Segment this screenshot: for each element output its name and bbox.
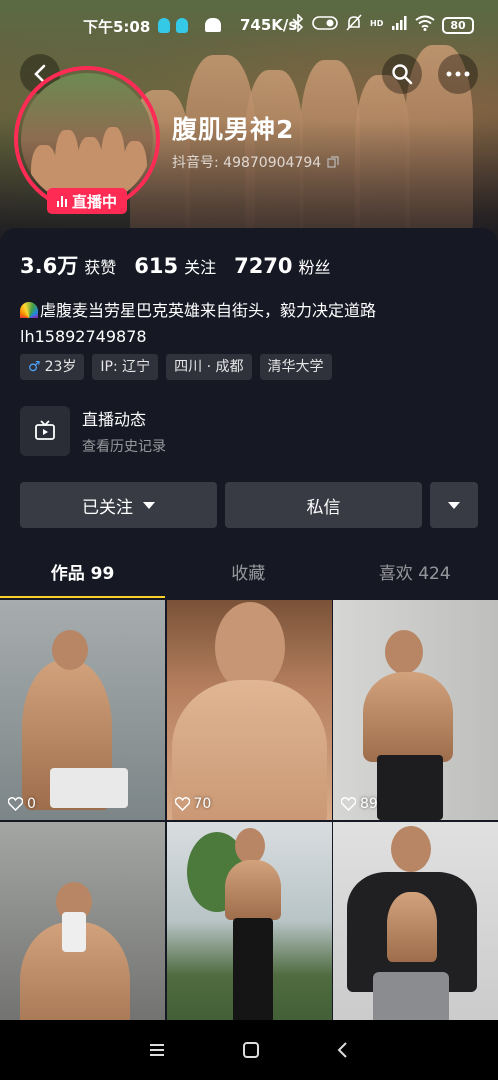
profile-bio: 虐腹麦当劳星巴克英雄来自街头，毅力决定道路 lh15892749878 <box>20 298 480 350</box>
status-time: 下午5:08 <box>83 18 151 36</box>
tag-location[interactable]: 四川 · 成都 <box>166 354 252 380</box>
more-actions-button[interactable] <box>430 482 478 528</box>
battery-icon: 80 <box>442 17 474 34</box>
tv-icon-box <box>20 406 70 456</box>
stat-followers[interactable]: 7270 粉丝 <box>234 254 330 278</box>
video-likes: 0 <box>8 796 36 812</box>
message-button[interactable]: 私信 <box>225 482 422 528</box>
profile-name: 腹肌男神2 <box>172 115 295 144</box>
profile-stats: 3.6万 获赞 615 关注 7270 粉丝 <box>20 250 331 280</box>
home-icon[interactable] <box>242 1041 260 1059</box>
video-thumbnail[interactable] <box>333 822 498 1042</box>
tag-age: ♂ 23岁 <box>20 354 85 380</box>
bluetooth-icon <box>292 14 304 32</box>
tv-icon <box>35 420 55 440</box>
heart-icon <box>8 797 23 811</box>
stat-following[interactable]: 615 关注 <box>134 254 216 278</box>
wifi-icon <box>415 15 435 31</box>
content-tabs: 作品 99 收藏 喜欢 424 <box>0 554 498 600</box>
back-nav-icon[interactable] <box>336 1041 350 1059</box>
video-thumbnail[interactable]: 89 <box>333 600 498 820</box>
mute-icon <box>346 14 362 31</box>
profile-tags: ♂ 23岁 IP: 辽宁 四川 · 成都 清华大学 <box>20 354 332 380</box>
live-dynamic-subtitle: 查看历史记录 <box>82 439 166 455</box>
network-speed: 745K/s <box>240 16 298 34</box>
heart-icon <box>174 797 190 811</box>
tab-works[interactable]: 作品 99 <box>0 554 165 600</box>
search-icon <box>392 64 413 85</box>
douyin-id[interactable]: 抖音号: 49870904794 <box>172 152 339 172</box>
toggle-icon <box>312 16 338 30</box>
caret-down-icon <box>143 501 155 509</box>
bio-line-1: 虐腹麦当劳星巴克英雄来自街头，毅力决定道路 <box>40 301 377 320</box>
system-navigation-bar <box>0 1020 498 1080</box>
avatar-image <box>21 73 153 205</box>
video-thumbnail[interactable]: 70 <box>166 600 332 820</box>
live-badge-label: 直播中 <box>71 192 117 211</box>
system-icons: HD <box>292 14 435 32</box>
tab-likes[interactable]: 喜欢 424 <box>332 554 498 600</box>
live-badge[interactable]: 直播中 <box>47 188 127 214</box>
live-dynamic-entry[interactable]: 直播动态 查看历史记录 <box>20 406 166 456</box>
douyin-id-label: 抖音号: 49870904794 <box>172 155 322 171</box>
app-notification-icon <box>205 18 221 32</box>
male-icon: ♂ <box>28 359 41 375</box>
search-button[interactable] <box>382 54 422 94</box>
tag-ip: IP: 辽宁 <box>92 354 159 380</box>
tab-favorites[interactable]: 收藏 <box>165 554 332 600</box>
followed-button[interactable]: 已关注 <box>20 482 217 528</box>
notification-icons <box>158 18 188 33</box>
status-bar: 下午5:08 745K/s HD 80 <box>0 0 498 52</box>
video-likes: 70 <box>174 796 211 812</box>
menu-icon[interactable] <box>148 1043 166 1057</box>
video-thumbnail[interactable] <box>166 822 332 1042</box>
heart-icon <box>341 797 356 811</box>
bio-line-2: lh15892749878 <box>20 327 147 346</box>
signal-icon <box>392 16 407 30</box>
stat-likes[interactable]: 3.6万 获赞 <box>20 250 116 280</box>
copy-icon <box>327 156 339 168</box>
tag-school[interactable]: 清华大学 <box>259 354 332 380</box>
profile-panel: 3.6万 获赞 615 关注 7270 粉丝 虐腹麦当劳星巴克英雄来自街头，毅力决定道… <box>0 228 498 600</box>
live-dynamic-title: 直播动态 <box>82 410 147 429</box>
caret-down-icon <box>448 501 460 509</box>
more-button[interactable] <box>438 54 478 94</box>
video-thumbnail[interactable]: 0 <box>0 600 165 820</box>
video-likes: 89 <box>341 796 378 812</box>
signal-hd-label: HD <box>370 18 384 28</box>
more-icon <box>446 71 470 77</box>
action-buttons: 已关注 私信 <box>20 482 478 528</box>
video-grid: 0 70 89 <box>0 600 498 1042</box>
live-bars-icon <box>56 195 67 207</box>
rainbow-icon <box>20 302 38 318</box>
video-thumbnail[interactable] <box>0 822 165 1042</box>
